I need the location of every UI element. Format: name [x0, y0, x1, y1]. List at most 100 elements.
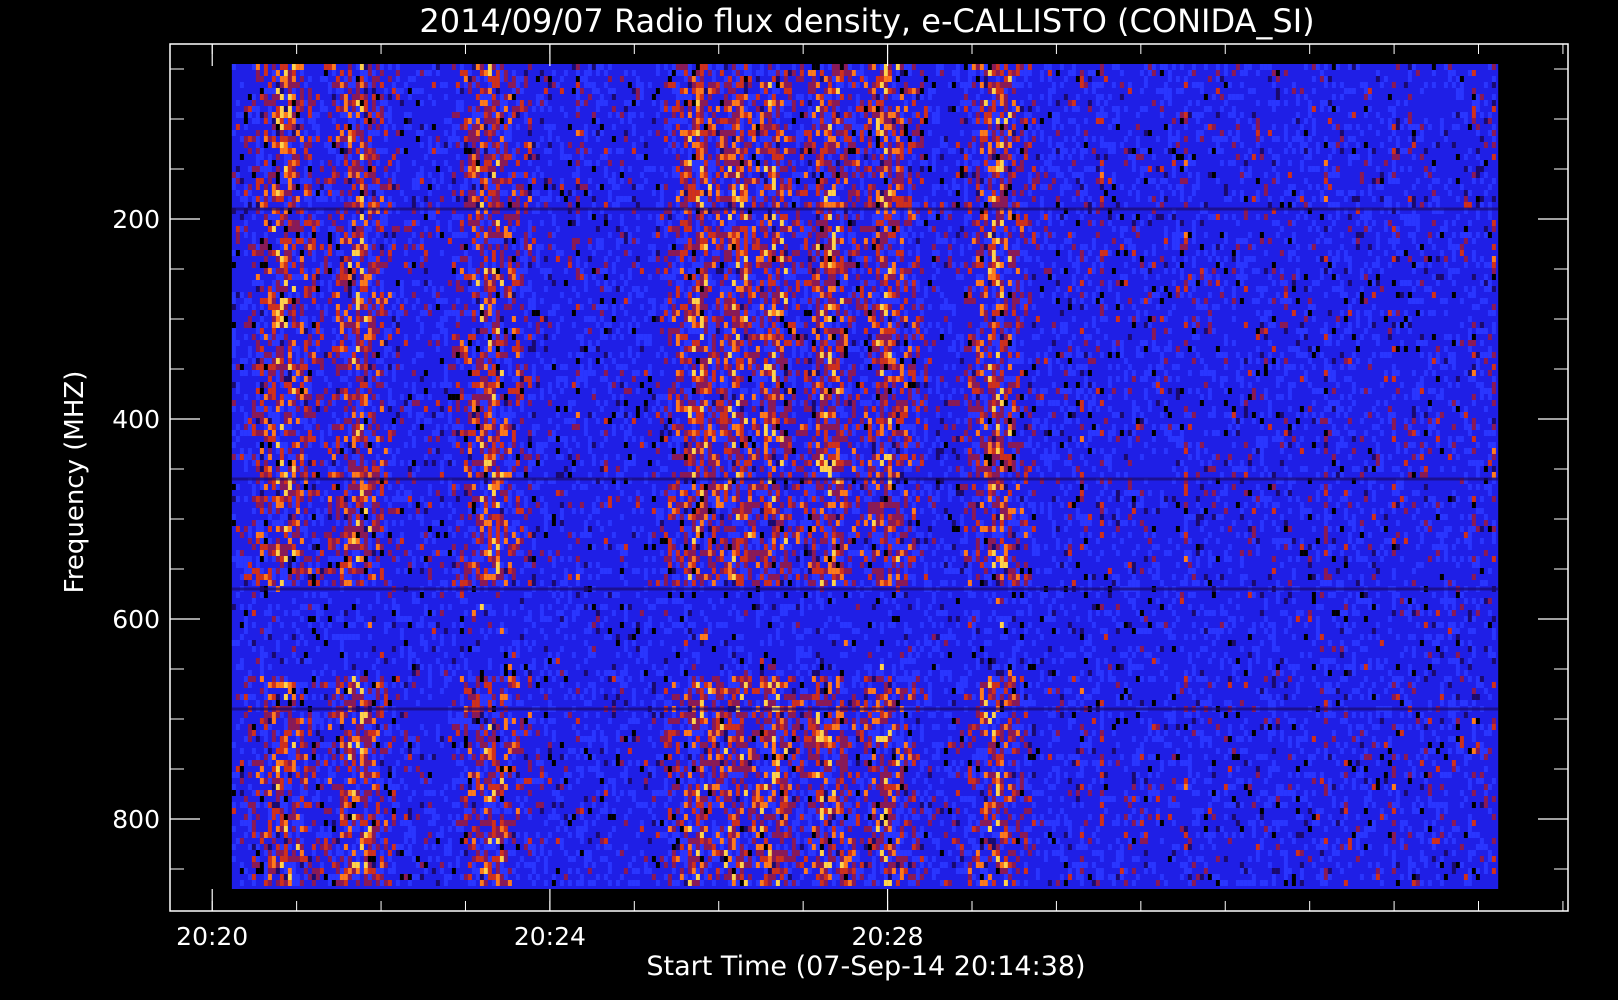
heatmap-cell: [503, 826, 508, 832]
heatmap-cell: [327, 544, 332, 550]
heatmap-cell: [375, 490, 380, 496]
heatmap-cell: [483, 502, 488, 508]
heatmap-cell: [503, 490, 508, 496]
heatmap-cell: [387, 748, 392, 754]
heatmap-cell: [255, 250, 260, 256]
heatmap-cell: [391, 808, 396, 814]
heatmap-cell: [379, 70, 384, 76]
heatmap-cell: [379, 220, 384, 226]
heatmap-cell: [359, 124, 364, 130]
heatmap-cell: [351, 496, 356, 502]
heatmap-cell: [483, 634, 488, 640]
heatmap-cell: [479, 250, 484, 256]
heatmap-cell: [271, 694, 276, 700]
heatmap-cell: [279, 874, 284, 880]
heatmap-cell: [479, 532, 484, 538]
heatmap-cell: [343, 532, 348, 538]
heatmap-cell: [439, 664, 444, 670]
heatmap-cell: [431, 82, 436, 88]
heatmap-cell: [511, 508, 516, 514]
heatmap-cell: [359, 490, 364, 496]
heatmap-cell: [435, 430, 440, 436]
heatmap-cell: [459, 340, 464, 346]
heatmap-cell: [259, 286, 264, 292]
heatmap-cell: [379, 526, 384, 532]
heatmap-cell: [255, 76, 260, 82]
heatmap-cell: [519, 598, 524, 604]
heatmap-cell: [351, 346, 356, 352]
heatmap-cell: [327, 772, 332, 778]
heatmap-cell: [339, 874, 344, 880]
heatmap-cell: [515, 736, 520, 742]
heatmap-cell: [379, 370, 384, 376]
heatmap-cell: [503, 538, 508, 544]
heatmap-cell: [363, 370, 368, 376]
heatmap-cell: [379, 322, 384, 328]
heatmap-cell: [519, 442, 524, 448]
heatmap-cell: [243, 142, 248, 148]
heatmap-cell: [503, 580, 508, 586]
heatmap-cell: [475, 238, 480, 244]
heatmap-cell: [375, 772, 380, 778]
heatmap-cell: [287, 862, 292, 868]
heatmap-cell: [347, 766, 352, 772]
heatmap-cell: [367, 442, 372, 448]
heatmap-cell: [431, 214, 436, 220]
heatmap-cell: [407, 430, 412, 436]
heatmap-cell: [495, 352, 500, 358]
heatmap-cell: [347, 868, 352, 874]
heatmap-cell: [411, 838, 416, 844]
heatmap-cell: [411, 592, 416, 598]
heatmap-cell: [311, 748, 316, 754]
heatmap-cell: [231, 322, 236, 328]
heatmap-cell: [467, 166, 472, 172]
heatmap-cell: [307, 544, 312, 550]
heatmap-cell: [491, 532, 496, 538]
heatmap-cell: [327, 598, 332, 604]
heatmap-cell: [491, 196, 496, 202]
heatmap-cell: [495, 556, 500, 562]
heatmap-cell: [303, 376, 308, 382]
heatmap-cell: [371, 736, 376, 742]
heatmap-cell: [507, 742, 512, 748]
heatmap-cell: [383, 730, 388, 736]
heatmap-cell: [287, 154, 292, 160]
heatmap-cell: [379, 880, 384, 886]
heatmap-cell: [267, 250, 272, 256]
heatmap-cell: [327, 424, 332, 430]
heatmap-cell: [307, 580, 312, 586]
heatmap-cell: [375, 556, 380, 562]
heatmap-cell: [291, 580, 296, 586]
heatmap-cell: [431, 292, 436, 298]
heatmap-cell: [359, 118, 364, 124]
heatmap-cell: [283, 736, 288, 742]
heatmap-cell: [307, 76, 312, 82]
heatmap-cell: [231, 496, 236, 502]
heatmap-cell: [507, 820, 512, 826]
heatmap-cell: [471, 142, 476, 148]
heatmap-cell: [267, 628, 272, 634]
heatmap-cell: [295, 520, 300, 526]
heatmap-cell: [427, 580, 432, 586]
heatmap-cell: [367, 568, 372, 574]
heatmap-cell: [303, 688, 308, 694]
heatmap-cell: [239, 766, 244, 772]
heatmap-cell: [271, 184, 276, 190]
heatmap-cell: [391, 868, 396, 874]
heatmap-cell: [431, 622, 436, 628]
heatmap-cell: [487, 658, 492, 664]
heatmap-cell: [399, 280, 404, 286]
heatmap-cell: [415, 418, 420, 424]
heatmap-cell: [355, 496, 360, 502]
heatmap-cell: [279, 676, 284, 682]
heatmap-cell: [299, 88, 304, 94]
heatmap-cell: [315, 718, 320, 724]
heatmap-cell: [483, 364, 488, 370]
heatmap-cell: [479, 574, 484, 580]
heatmap-cell: [371, 838, 376, 844]
heatmap-cell: [351, 826, 356, 832]
heatmap-cell: [331, 358, 336, 364]
heatmap-cell: [291, 460, 296, 466]
heatmap-cell: [343, 550, 348, 556]
heatmap-cell: [291, 310, 296, 316]
